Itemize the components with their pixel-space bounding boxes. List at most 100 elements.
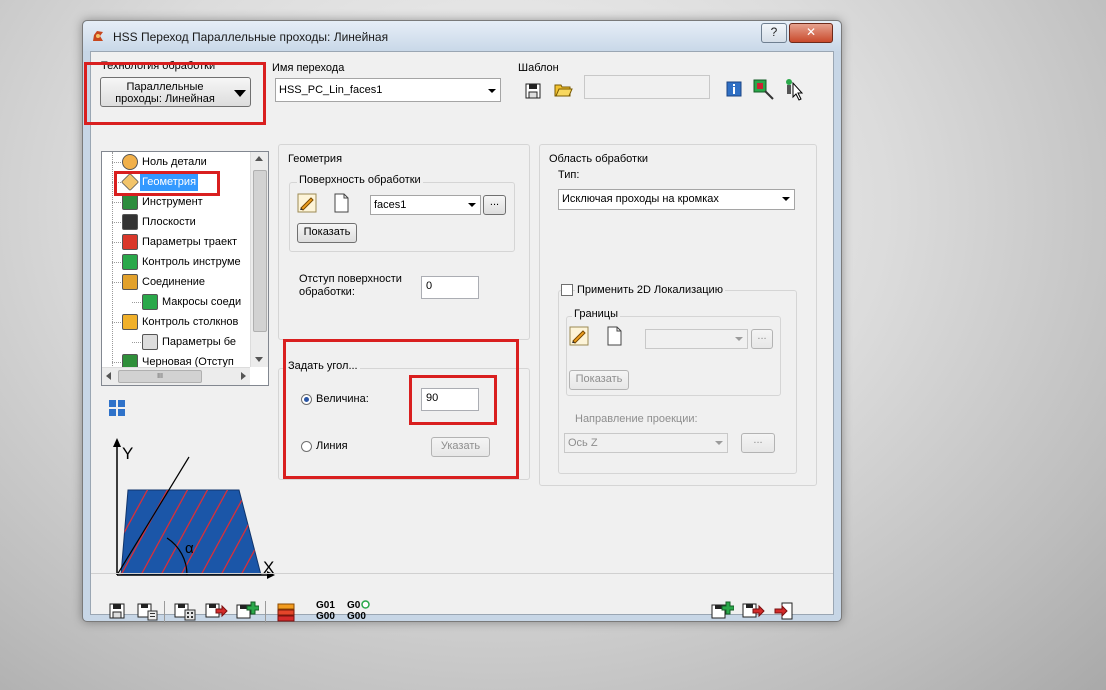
bounds-browse-button[interactable]: ...: [751, 329, 773, 349]
close-button[interactable]: ✕: [789, 23, 833, 43]
save-icon[interactable]: [107, 601, 127, 621]
dialog-window: HSS Переход Параллельные проходы: Линейн…: [82, 20, 842, 623]
window-title: HSS Переход Параллельные проходы: Линейн…: [113, 30, 389, 44]
save-template-icon[interactable]: [523, 81, 543, 101]
tool-pointer-icon[interactable]: [781, 77, 807, 101]
surface-value: faces1: [374, 199, 407, 211]
tree-item-label: Контроль столкнов: [142, 316, 239, 328]
edit-surface-icon[interactable]: [296, 192, 318, 214]
g0-badge-icon: [361, 600, 370, 609]
geometry-label: Геометрия: [286, 153, 345, 165]
chevron-down-icon: [715, 441, 723, 445]
area-label: Область обработки: [547, 153, 651, 165]
area-type-select[interactable]: Исключая проходы на кромках: [558, 189, 795, 210]
tree-connector: [112, 242, 121, 243]
save-and-run-icon[interactable]: [204, 601, 228, 621]
g0-line1[interactable]: G0: [347, 600, 360, 611]
save-new-icon[interactable]: [710, 601, 734, 621]
template-field[interactable]: [584, 75, 710, 99]
open-folder-icon[interactable]: [553, 79, 573, 99]
part-zero-icon: [122, 154, 138, 170]
save-export-icon[interactable]: [741, 601, 765, 621]
g01-line1[interactable]: G01: [316, 600, 335, 611]
offset-input[interactable]: 0: [421, 276, 479, 299]
diagram-y-label: Y: [122, 444, 134, 463]
toolbar-separator: [164, 601, 165, 623]
chevron-down-icon: [735, 337, 743, 341]
toolpath-params-icon: [122, 234, 138, 250]
info-icon[interactable]: [724, 79, 744, 99]
bottom-separator: [91, 573, 833, 574]
tree-connector: [112, 322, 121, 323]
tool-control-icon: [122, 254, 138, 270]
offset-label-line1: Отступ поверхности: [299, 273, 402, 285]
help-button[interactable]: ?: [761, 23, 787, 43]
surface-label: Поверхность обработки: [297, 174, 423, 186]
tree-vscroll-thumb[interactable]: [253, 170, 267, 332]
projection-browse-button[interactable]: ...: [741, 433, 775, 453]
tool-icon: [122, 194, 138, 210]
tree-hscrollbar[interactable]: III: [102, 367, 250, 385]
layers-icon[interactable]: [275, 600, 297, 624]
tree-item-label: Плоскости: [142, 216, 196, 228]
tree-connector: [112, 262, 121, 263]
tree-vertical-connector: [112, 152, 113, 384]
offset-label-line2: обработки:: [299, 286, 355, 298]
edit-bounds-icon[interactable]: [568, 325, 590, 347]
tree-connector: [112, 202, 121, 203]
tree-connector: [132, 302, 141, 303]
scroll-down-icon[interactable]: [255, 357, 263, 362]
scroll-left-icon[interactable]: [106, 372, 111, 380]
tree-item-label: Соединение: [142, 276, 206, 288]
new-bounds-icon[interactable]: [603, 325, 625, 347]
link-icon: [122, 274, 138, 290]
template-label: Шаблон: [518, 62, 559, 74]
save-to-library-icon[interactable]: [136, 601, 158, 621]
localization-label: Применить 2D Локализацию: [575, 284, 725, 296]
area-type-label: Тип:: [558, 169, 580, 181]
localization-checkbox[interactable]: [561, 284, 573, 296]
tool-view-icon[interactable]: [751, 77, 775, 101]
scroll-up-icon[interactable]: [255, 156, 263, 161]
dialog-client: Технология обработки Параллельные проход…: [84, 51, 834, 623]
tree-connector: [132, 342, 141, 343]
projection-value: Ось Z: [568, 437, 598, 449]
pass-name-label: Имя перехода: [272, 62, 345, 74]
pass-name-input[interactable]: HSS_PC_Lin_faces1: [275, 78, 501, 102]
projection-select[interactable]: Ось Z: [564, 433, 728, 453]
g0-line2[interactable]: G00: [347, 611, 366, 622]
tree-connector: [112, 222, 121, 223]
tree-connector: [112, 162, 121, 163]
tree-item-label: Ноль детали: [142, 156, 207, 168]
view-grid-icon[interactable]: [107, 398, 127, 418]
highlight-geometry: [114, 171, 220, 196]
g01-line2[interactable]: G00: [316, 611, 335, 622]
title-bar: HSS Переход Параллельные проходы: Линейн…: [83, 21, 841, 51]
diagram-x-label: X: [263, 558, 275, 577]
projection-label: Направление проекции:: [575, 413, 698, 425]
bounds-select[interactable]: [645, 329, 748, 349]
tree-hscroll-thumb[interactable]: III: [118, 370, 202, 383]
safety-params-icon: [142, 334, 158, 350]
surface-select[interactable]: faces1: [370, 195, 481, 215]
collision-control-icon: [122, 314, 138, 330]
tree-item-label: Макросы соеди: [162, 296, 242, 308]
calc-save-icon[interactable]: [173, 601, 197, 621]
surface-browse-button[interactable]: ...: [483, 195, 506, 215]
bounds-show-button[interactable]: Показать: [569, 370, 629, 390]
chevron-down-icon: [468, 203, 476, 207]
scroll-right-icon[interactable]: [241, 372, 246, 380]
tree-item-label: Контроль инструме: [142, 256, 241, 268]
diagram-angle-label: α: [185, 540, 194, 557]
highlight-angle-value: [409, 375, 497, 425]
new-document-icon[interactable]: [330, 192, 352, 214]
app-icon: [93, 31, 103, 41]
toolbar-separator: [265, 601, 266, 623]
tree-connector: [112, 282, 121, 283]
save-and-add-icon[interactable]: [235, 601, 259, 621]
exit-icon[interactable]: [773, 601, 795, 621]
tree-vscrollbar[interactable]: [250, 152, 268, 367]
bounds-label: Границы: [572, 308, 620, 320]
surface-show-button[interactable]: Показать: [297, 223, 357, 243]
link-macros-icon: [142, 294, 158, 310]
